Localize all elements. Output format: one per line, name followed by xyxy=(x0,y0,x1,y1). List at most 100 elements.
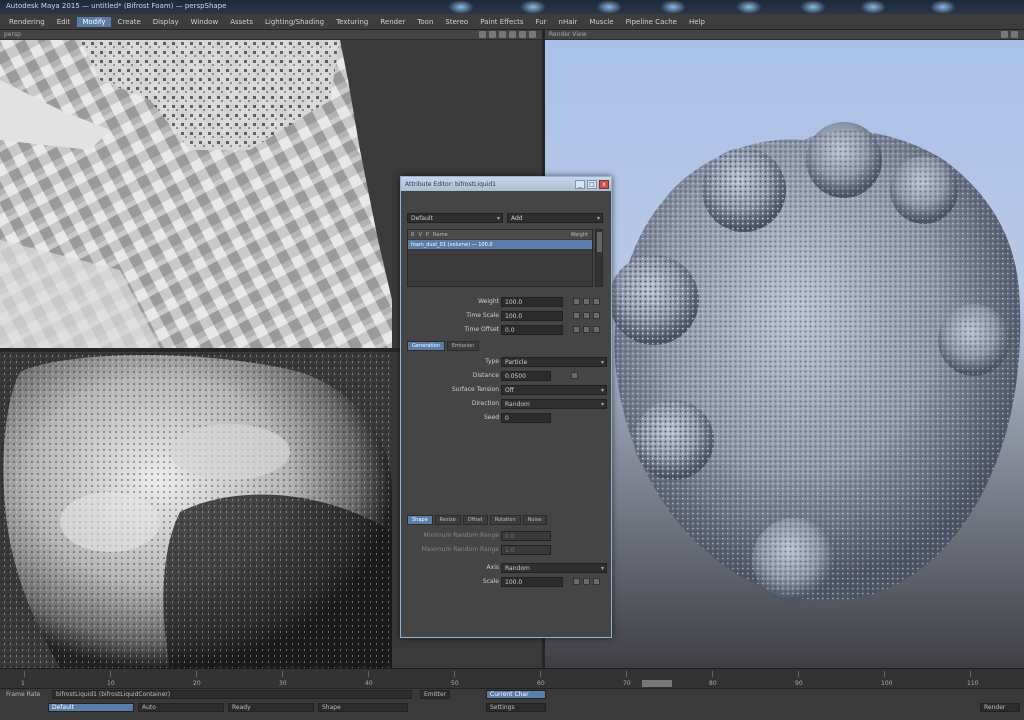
render-view-toolbar: Render View xyxy=(545,30,1024,40)
shape-field[interactable]: Shape xyxy=(318,703,408,712)
layer-column-header[interactable]: V xyxy=(418,232,421,238)
menu-item[interactable]: nHair xyxy=(554,17,583,27)
min-range-row: Minimum Random Range 0.0 xyxy=(407,531,607,542)
window-title: Autodesk Maya 2015 — untitled* (Bifrost … xyxy=(6,2,227,10)
time-scale-field[interactable]: 100.0 xyxy=(501,311,563,321)
layer-row[interactable]: foam_dust_01 (volume) — 100.0 xyxy=(408,240,592,249)
distance-field[interactable]: 0.0500 xyxy=(501,371,551,381)
timeline-tick-label: 30 xyxy=(279,680,287,687)
blend-mode-dropdown[interactable]: Add xyxy=(507,213,603,223)
layer-column-header[interactable]: Weight xyxy=(571,232,588,238)
keyframe-icon[interactable] xyxy=(573,326,580,333)
layer-column-header[interactable]: P xyxy=(426,232,429,238)
keyframe-icon[interactable] xyxy=(593,312,600,319)
playback-controls[interactable] xyxy=(642,680,672,687)
timeline-tick xyxy=(454,671,455,677)
tab-bar-top: Generation Emission xyxy=(407,341,607,351)
menu-item[interactable]: Assets xyxy=(225,17,258,27)
axis-dropdown[interactable]: Random xyxy=(501,563,607,573)
direction-dropdown[interactable]: Random xyxy=(501,399,607,409)
menu-item[interactable]: Help xyxy=(684,17,710,27)
time-offset-row: Time Offset 0.0 xyxy=(407,325,607,336)
keyframe-icon[interactable] xyxy=(583,312,590,319)
taskbar-glow xyxy=(800,0,826,14)
keyframe-icon[interactable] xyxy=(583,326,590,333)
layer-column-header[interactable]: Name xyxy=(433,232,448,238)
menu-item[interactable]: Paint Effects xyxy=(475,17,528,27)
menu-item[interactable]: Modify xyxy=(77,16,111,27)
dialog-title: Attribute Editor: bifrostLiquid1 xyxy=(405,180,496,188)
keyframe-icon[interactable] xyxy=(573,578,580,585)
front-viewport[interactable] xyxy=(0,352,392,668)
panel-layout-icons[interactable] xyxy=(479,31,536,38)
tab-offset[interactable]: Offset xyxy=(462,515,488,525)
time-offset-field[interactable]: 0.0 xyxy=(501,325,563,335)
menu-item[interactable]: Rendering xyxy=(4,17,50,27)
layer-list-scrollbar[interactable] xyxy=(595,229,603,287)
menu-item[interactable]: Pipeline Cache xyxy=(621,17,682,27)
character-set-field[interactable]: Current Char xyxy=(486,690,546,699)
minimize-button[interactable]: _ xyxy=(575,179,585,189)
close-button[interactable]: x xyxy=(599,179,609,189)
menu-item[interactable]: Edit xyxy=(52,17,76,27)
maya-window: Autodesk Maya 2015 — untitled* (Bifrost … xyxy=(0,0,1024,720)
keyframe-icon[interactable] xyxy=(593,326,600,333)
min-range-field[interactable]: 0.0 xyxy=(501,531,551,541)
timeline-tick xyxy=(110,671,111,677)
tab-noise[interactable]: Noise xyxy=(522,515,547,525)
menu-item[interactable]: Lighting/Shading xyxy=(260,17,329,27)
keyframe-icon[interactable] xyxy=(583,298,590,305)
layer-set-dropdown[interactable]: Default xyxy=(407,213,503,223)
menu-item[interactable]: Texturing xyxy=(331,17,373,27)
max-range-field[interactable]: 1.0 xyxy=(501,545,551,555)
time-slider[interactable]: 1 10 20 30 40 50 60 70 80 90 100 110 xyxy=(0,668,1024,688)
scale-field[interactable]: 100.0 xyxy=(501,577,563,587)
seed-row: Seed 0 xyxy=(407,413,607,424)
menu-item[interactable]: Window xyxy=(186,17,224,27)
type-dropdown[interactable]: Particle xyxy=(501,357,607,367)
taskbar-glow xyxy=(860,0,886,14)
scale-label: Scale xyxy=(482,578,499,585)
emitter-field[interactable]: Emitter xyxy=(420,690,450,699)
surface-tension-label: Surface Tension xyxy=(451,386,499,393)
menu-item[interactable]: Fur xyxy=(531,17,552,27)
depth-pass-render xyxy=(0,352,392,668)
perspective-viewport[interactable] xyxy=(0,40,392,348)
menu-item[interactable]: Muscle xyxy=(584,17,618,27)
render-view[interactable] xyxy=(544,40,1024,668)
weight-field[interactable]: 100.0 xyxy=(501,297,563,307)
settings-field[interactable]: Settings xyxy=(486,703,546,712)
surface-tension-dropdown[interactable]: Off xyxy=(501,385,607,395)
tab-rotation[interactable]: Rotation xyxy=(489,515,521,525)
timeline-tick xyxy=(282,671,283,677)
render-field[interactable]: Render xyxy=(980,703,1020,712)
map-button-icon[interactable] xyxy=(571,372,578,379)
layer-column-header[interactable]: R xyxy=(411,232,414,238)
seed-field[interactable]: 0 xyxy=(501,413,551,423)
keyframe-icon[interactable] xyxy=(573,298,580,305)
dialog-title-bar[interactable]: Attribute Editor: bifrostLiquid1 _ □ x xyxy=(401,177,611,191)
menu-item[interactable]: Display xyxy=(148,17,184,27)
object-selector-field[interactable]: bifrostLiquid1 (bifrostLiquidContainer) xyxy=(52,690,412,699)
status-field[interactable]: Ready xyxy=(228,703,314,712)
menu-item[interactable]: Stereo xyxy=(440,17,473,27)
render-view-icons[interactable] xyxy=(1001,31,1018,38)
voxel-surface-render xyxy=(0,40,392,348)
keyframe-icon[interactable] xyxy=(593,298,600,305)
menu-item[interactable]: Toon xyxy=(412,17,438,27)
keyframe-icon[interactable] xyxy=(573,312,580,319)
menu-item[interactable]: Render xyxy=(375,17,410,27)
tab-emission[interactable]: Emission xyxy=(446,341,480,351)
timeline-tick-label: 60 xyxy=(537,680,545,687)
default-field[interactable]: Default xyxy=(48,703,134,712)
auto-field[interactable]: Auto xyxy=(138,703,224,712)
keyframe-icon[interactable] xyxy=(583,578,590,585)
timeline-tick-label: 80 xyxy=(709,680,717,687)
surface-tension-row: Surface Tension Off xyxy=(407,385,607,396)
menu-item[interactable]: Create xyxy=(113,17,146,27)
tab-resize[interactable]: Resize xyxy=(434,515,461,525)
tab-shape[interactable]: Shape xyxy=(407,515,433,525)
tab-generation[interactable]: Generation xyxy=(407,341,445,351)
keyframe-icon[interactable] xyxy=(593,578,600,585)
maximize-button[interactable]: □ xyxy=(587,179,597,189)
